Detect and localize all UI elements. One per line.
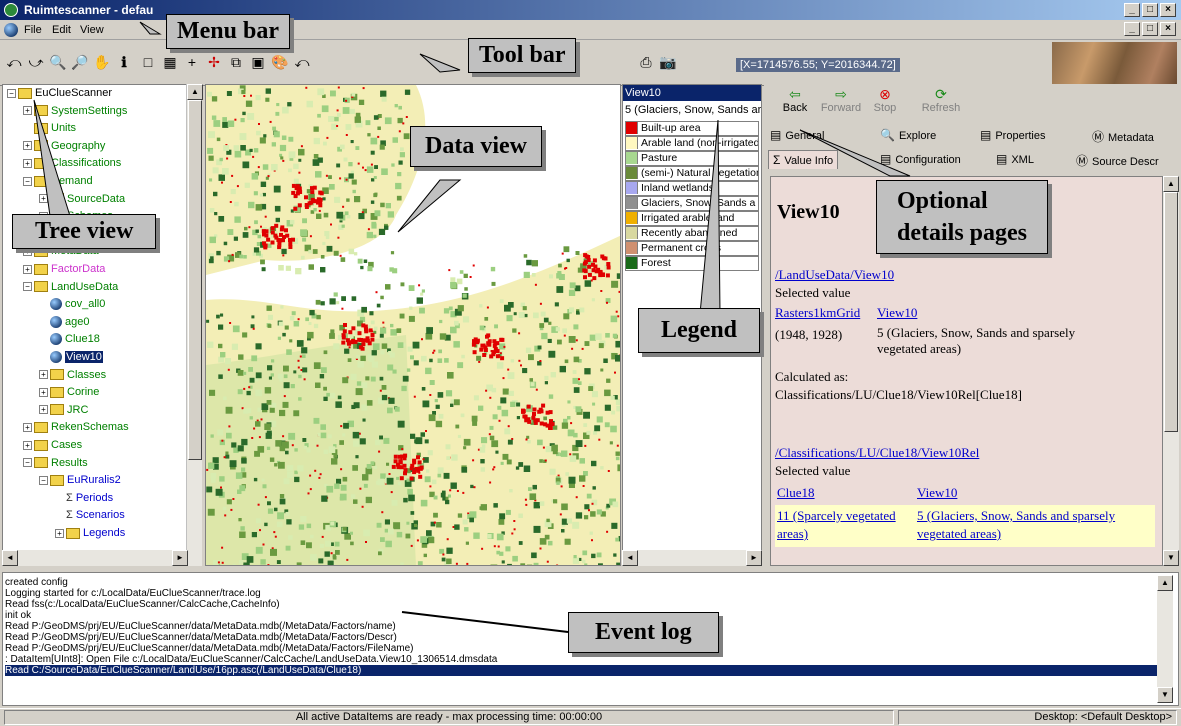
callout-tree-view: Tree view — [12, 214, 157, 249]
event-log-arrow — [401, 611, 569, 633]
callout-tool-bar: Tool bar — [468, 38, 577, 73]
callout-data-view: Data view — [410, 126, 542, 167]
tree-view-arrow — [33, 99, 71, 217]
legend-arrow — [699, 119, 721, 315]
tool-bar-arrow — [419, 53, 461, 73]
callout-menu-bar: Menu bar — [166, 14, 290, 49]
details-arrow — [799, 129, 911, 177]
callout-legend: Legend — [638, 308, 761, 353]
data-view-arrow — [397, 179, 462, 233]
callout-event-log: Event log — [568, 612, 719, 653]
callout-optional-details: Optional details pages — [876, 180, 1049, 254]
menu-bar-arrow — [139, 21, 162, 35]
